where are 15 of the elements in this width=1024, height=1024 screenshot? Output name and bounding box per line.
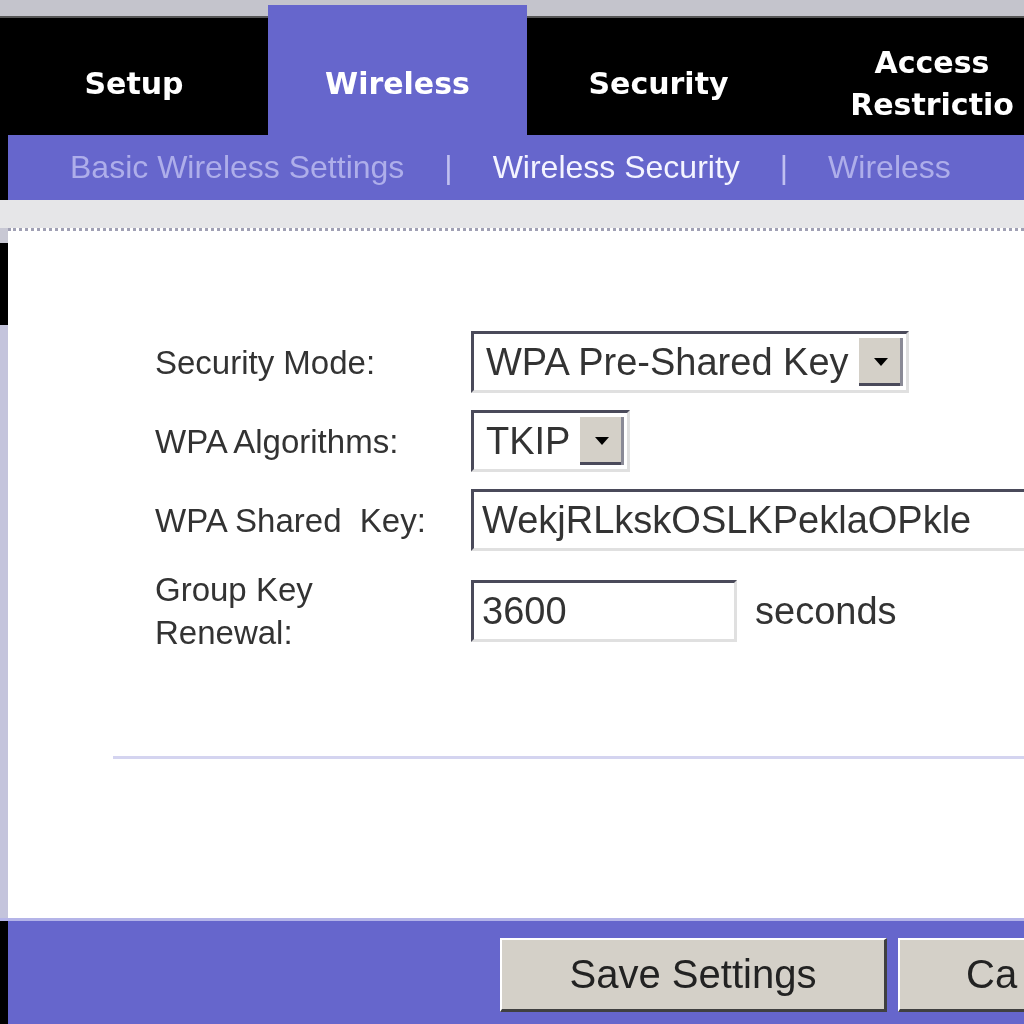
field-label: WPA Shared Key: xyxy=(155,500,427,541)
footer-button[interactable]: Ca xyxy=(898,938,1024,1012)
text-field[interactable]: WekjRLkskOSLKPeklaOPkle xyxy=(471,489,1024,551)
nav-separator: | xyxy=(779,149,789,186)
unit-label: seconds xyxy=(755,589,897,633)
dropdown-select[interactable]: TKIP xyxy=(471,410,631,472)
text-field[interactable]: 3600 xyxy=(471,580,737,642)
field-label: Group Key Renewal: xyxy=(155,570,314,653)
field-label: Security Mode: xyxy=(155,342,377,383)
tab[interactable]: Wireless xyxy=(268,5,527,135)
field-label: WPA Algorithms: xyxy=(155,421,400,462)
subnav-link[interactable]: Wireless Security xyxy=(492,149,740,186)
footer-button[interactable]: Save Settings xyxy=(500,938,887,1012)
nav-separator: | xyxy=(444,149,453,186)
dropdown-select[interactable]: WPA Pre-Shared Key xyxy=(471,331,909,393)
